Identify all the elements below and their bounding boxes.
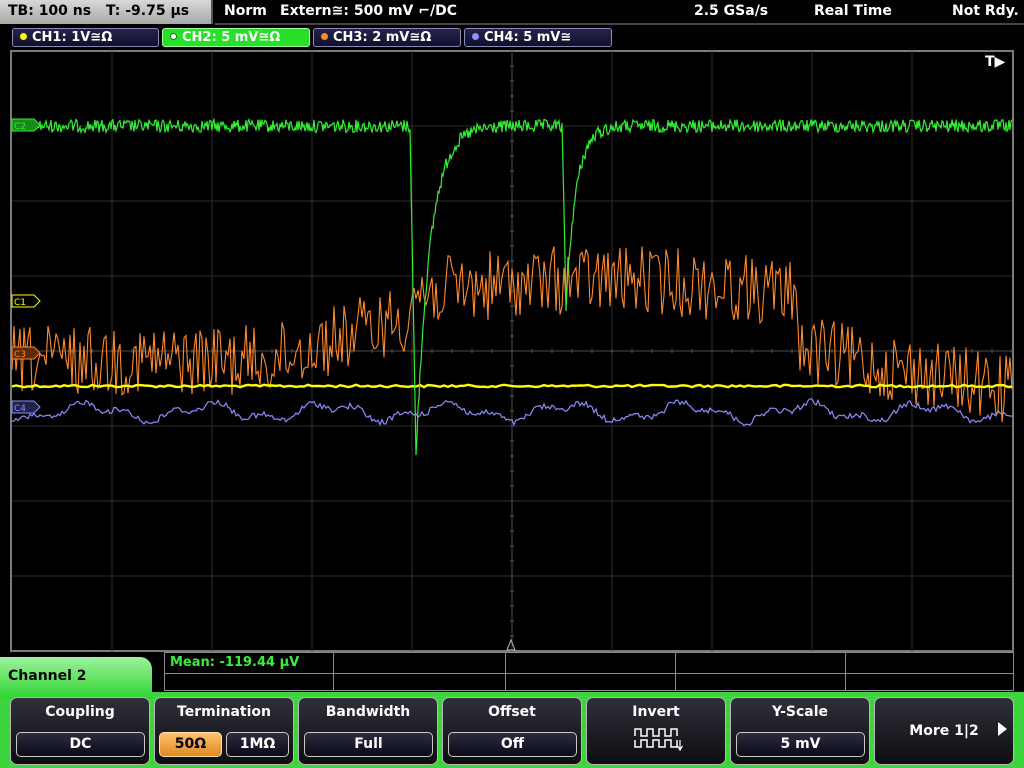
more-label: More 1|2	[909, 723, 979, 739]
menu-title: Channel 2	[8, 668, 87, 684]
timebase-readout: TB: 100 ns	[8, 3, 92, 19]
ch1-color-dot	[20, 33, 27, 40]
mean-measurement: Mean: -119.44 µV	[170, 655, 300, 670]
invert-waveform-icon	[634, 728, 683, 752]
trigger-source[interactable]: Extern≅: 500 mV ⌐/DC	[280, 3, 457, 19]
y-scale-value[interactable]: 5 mV	[736, 732, 865, 757]
bandwidth-value[interactable]: Full	[304, 732, 433, 757]
acquisition-mode: Real Time	[814, 3, 892, 19]
timebase-box[interactable]: TB: 100 ns T: -9.75 µs	[0, 0, 213, 24]
coupling-title: Coupling	[45, 704, 115, 720]
termination-softkey[interactable]: Termination 50Ω 1MΩ	[154, 697, 294, 765]
svg-text:C3: C3	[14, 350, 26, 360]
arrow-right-icon	[998, 722, 1007, 736]
coupling-softkey[interactable]: Coupling DC	[10, 697, 150, 765]
bandwidth-softkey[interactable]: Bandwidth Full	[298, 697, 438, 765]
svg-text:C2: C2	[14, 122, 26, 132]
invert-softkey[interactable]: Invert	[586, 697, 726, 765]
y-scale-title: Y-Scale	[771, 704, 828, 720]
svg-text:C4: C4	[14, 404, 26, 414]
ch2-color-dot	[170, 33, 177, 40]
more-softkey[interactable]: More 1|2	[874, 697, 1014, 765]
ch2-label: CH2: 5 mV≅Ω	[182, 30, 281, 45]
menu-title-tab: Channel 2	[0, 657, 152, 699]
status-bar-divider	[215, 23, 1024, 25]
termination-1-megohm-option[interactable]: 1MΩ	[226, 732, 289, 757]
sample-rate: 2.5 GSa/s	[694, 3, 769, 19]
channel-tab-ch1[interactable]: CH1: 1V≅Ω	[12, 28, 159, 47]
channel-tab-ch4[interactable]: CH4: 5 mV≅	[464, 28, 612, 47]
trigger-time-readout: T: -9.75 µs	[105, 3, 190, 19]
offset-softkey[interactable]: Offset Off	[442, 697, 582, 765]
ch3-label: CH3: 2 mV≅Ω	[333, 30, 432, 45]
status-bar: TB: 100 ns T: -9.75 µs Norm Extern≅: 500…	[0, 0, 1024, 26]
trigger-mode[interactable]: Norm	[224, 3, 267, 19]
termination-title: Termination	[177, 704, 271, 720]
acquisition-state: Not Rdy.	[952, 3, 1019, 19]
offset-title: Offset	[488, 704, 536, 720]
termination-50-ohm-option[interactable]: 50Ω	[159, 732, 222, 757]
svg-text:C1: C1	[14, 298, 26, 308]
channel-tab-ch2[interactable]: CH2: 5 mV≅Ω	[162, 28, 310, 47]
ch3-color-dot	[321, 33, 328, 40]
ch4-color-dot	[472, 33, 479, 40]
offset-value[interactable]: Off	[448, 732, 577, 757]
measurement-strip: Mean: -119.44 µV	[164, 652, 1014, 691]
y-scale-softkey[interactable]: Y-Scale 5 mV	[730, 697, 870, 765]
coupling-value[interactable]: DC	[16, 732, 145, 757]
channel-tab-ch3[interactable]: CH3: 2 mV≅Ω	[313, 28, 461, 47]
bandwidth-title: Bandwidth	[325, 704, 411, 720]
trigger-position-marker[interactable]: T▶	[985, 54, 1006, 70]
ch4-label: CH4: 5 mV≅	[484, 30, 572, 45]
ch1-label: CH1: 1V≅Ω	[32, 30, 113, 45]
invert-title: Invert	[632, 704, 680, 720]
waveform-display[interactable]: C1 C2 C3 C4 T▶	[0, 50, 1024, 652]
